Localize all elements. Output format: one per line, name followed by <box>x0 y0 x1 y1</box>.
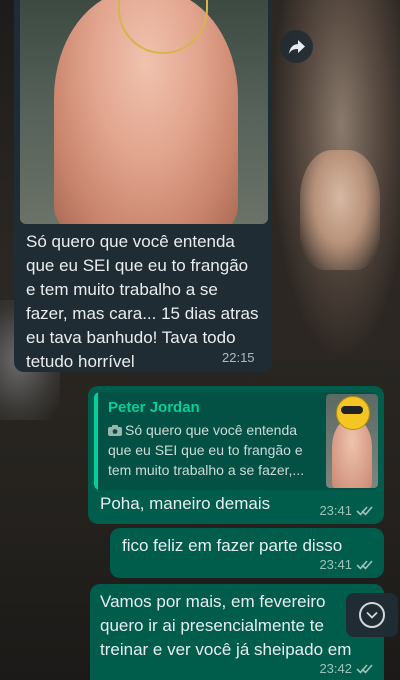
outgoing-message-text: Vamos por mais, em fevereiro quero ir ai… <box>100 592 352 659</box>
message-meta: 23:41 <box>319 557 374 572</box>
forward-icon <box>288 39 305 54</box>
message-time: 23:41 <box>319 557 352 572</box>
quoted-message[interactable]: Peter Jordan Só quero que você entenda q… <box>94 392 378 490</box>
outgoing-message[interactable]: fico feliz em fazer parte disso 23:41 <box>110 528 384 578</box>
message-meta: 23:41 <box>319 503 374 518</box>
double-check-icon <box>356 505 373 516</box>
quoted-photo-thumbnail <box>326 394 378 488</box>
message-meta: 23:42 <box>319 661 374 676</box>
message-time: 23:42 <box>319 661 352 676</box>
double-check-icon <box>356 559 373 570</box>
message-photo[interactable] <box>20 0 268 224</box>
outgoing-message-text: Poha, maneiro demais <box>100 494 271 513</box>
scroll-to-bottom-button[interactable] <box>346 593 398 637</box>
quoted-text-block: Só quero que você entenda que eu SEI que… <box>108 420 318 480</box>
outgoing-message[interactable]: Vamos por mais, em fevereiro quero ir ai… <box>90 584 384 680</box>
message-time: 23:41 <box>319 503 352 518</box>
outgoing-message-text: fico feliz em fazer parte disso <box>122 536 343 555</box>
camera-icon <box>108 425 122 436</box>
quote-accent-bar <box>94 392 98 490</box>
quoted-text: Só quero que você entenda que eu SEI que… <box>108 422 305 478</box>
chevron-down-icon <box>359 602 385 628</box>
incoming-message-time: 22:15 <box>222 350 255 365</box>
quoted-author: Peter Jordan <box>108 399 200 416</box>
double-check-icon <box>356 663 373 674</box>
forward-button[interactable] <box>280 30 313 63</box>
outgoing-reply-message[interactable]: Peter Jordan Só quero que você entenda q… <box>88 386 384 524</box>
